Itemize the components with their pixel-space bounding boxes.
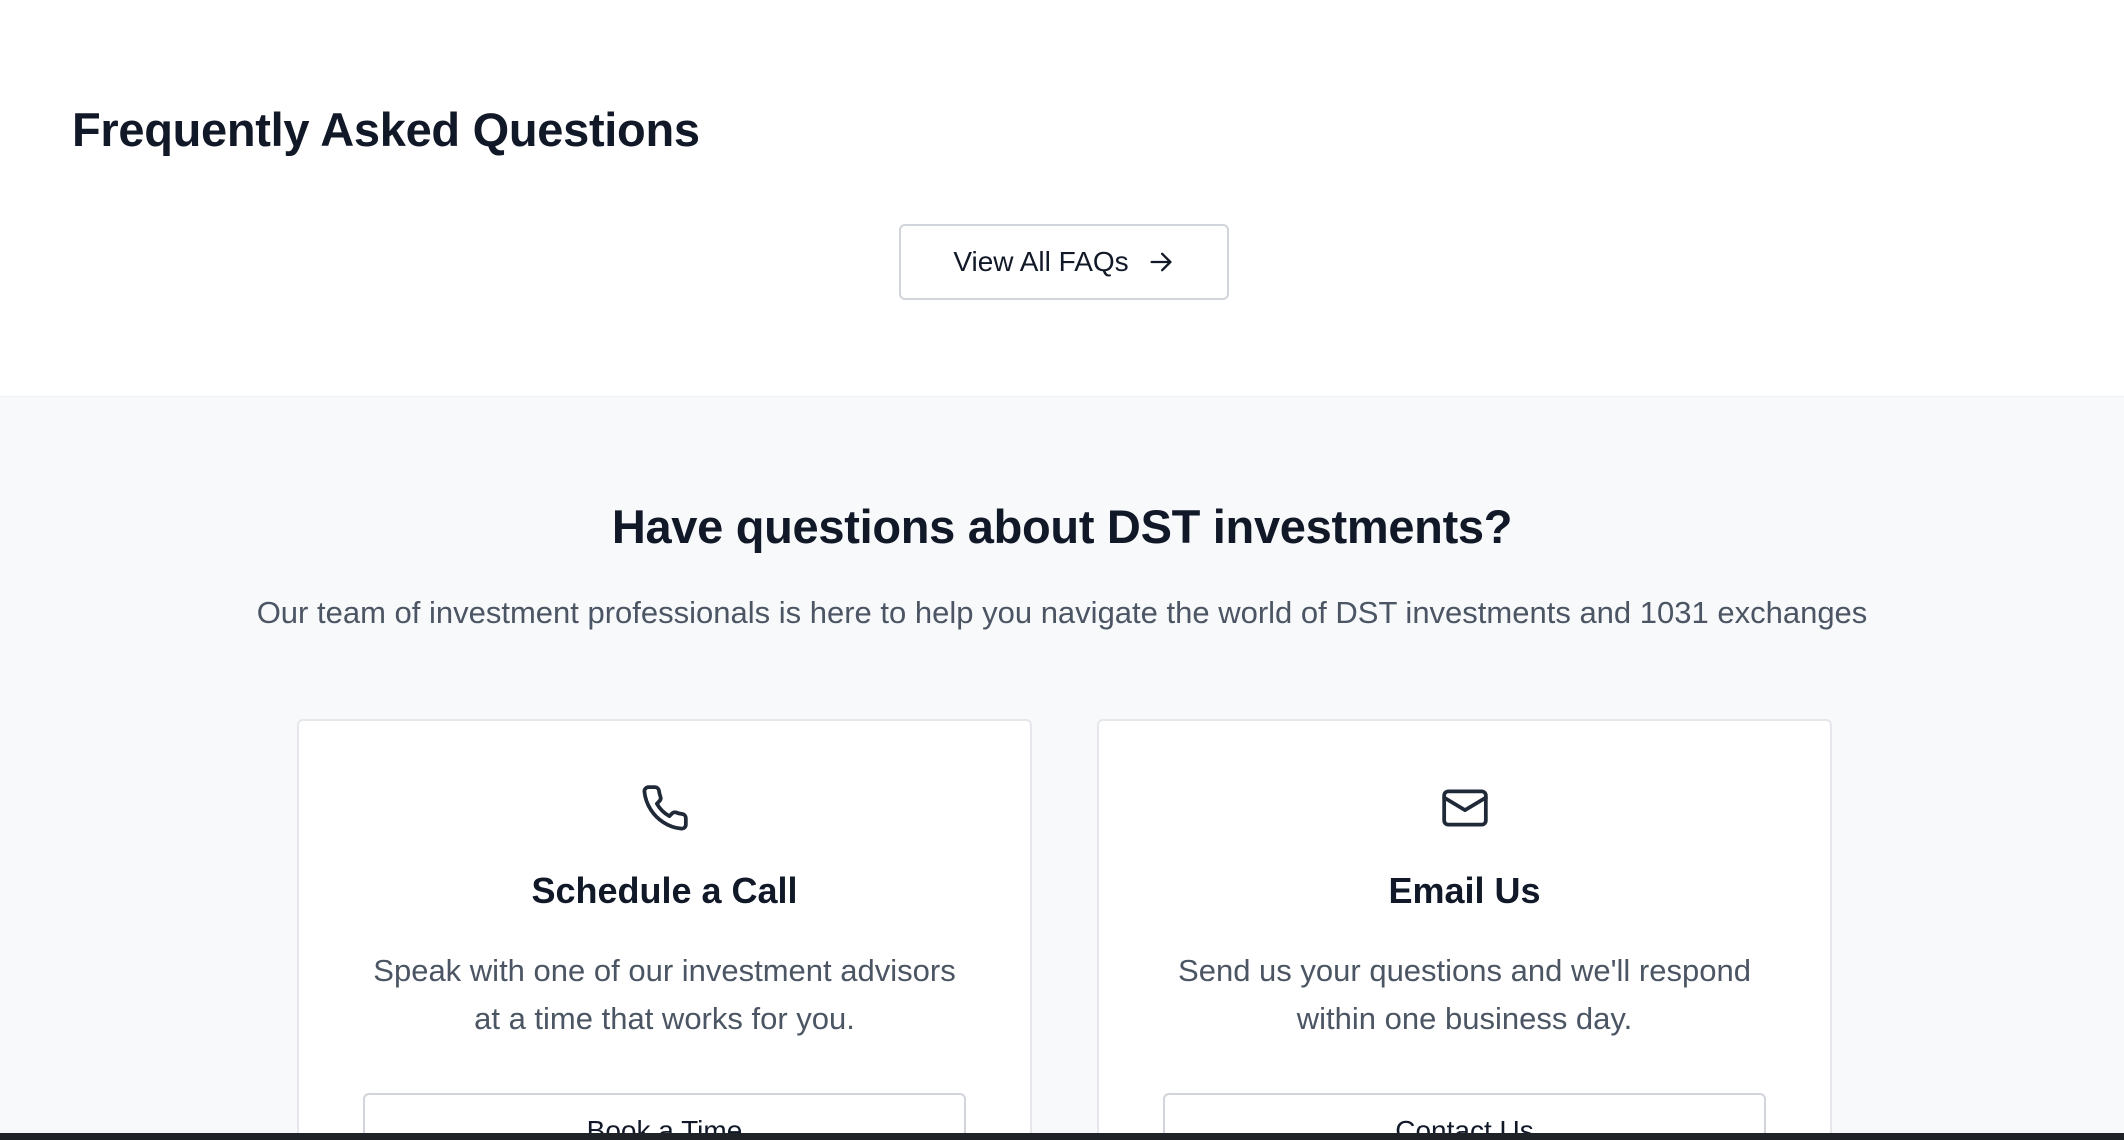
page: Frequently Asked Questions View All FAQs… (0, 0, 2124, 1140)
schedule-call-card: Schedule a Call Speak with one of our in… (297, 719, 1032, 1140)
contact-section: Have questions about DST investments? Ou… (0, 396, 2124, 1140)
email-us-card: Email Us Send us your questions and we'l… (1097, 719, 1832, 1140)
bottom-edge-bar (0, 1133, 2124, 1140)
faq-title: Frequently Asked Questions (72, 103, 700, 156)
schedule-call-text: Speak with one of our investment advisor… (373, 953, 956, 1036)
contact-heading: Have questions about DST investments? (611, 500, 1513, 553)
contact-subheading: Our team of investment professionals is … (256, 595, 1868, 630)
view-all-faqs-label: View All FAQs (953, 246, 1129, 277)
phone-icon (642, 785, 688, 831)
email-us-text: Send us your questions and we'll respond… (1178, 953, 1751, 1036)
mail-icon (1441, 789, 1488, 827)
arrow-right-icon (1150, 252, 1172, 272)
view-all-faqs-button[interactable]: View All FAQs (899, 224, 1229, 300)
faq-section: Frequently Asked Questions View All FAQs (0, 0, 2124, 396)
email-us-title: Email Us (1388, 870, 1541, 911)
schedule-call-title: Schedule a Call (531, 870, 798, 911)
